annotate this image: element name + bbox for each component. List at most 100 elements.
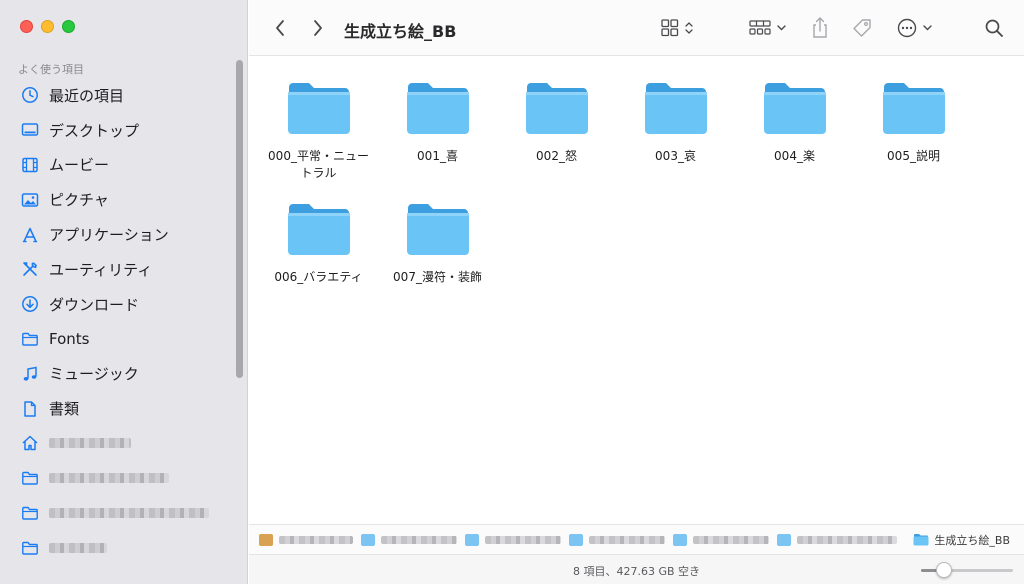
file-grid: 000_平常・ニュートラル 001_喜 002_怒 003_哀 004_楽 00… — [249, 56, 1024, 524]
grid-view-icon — [661, 19, 693, 37]
folder-icon — [287, 204, 350, 255]
group-by-button[interactable] — [747, 16, 791, 40]
folder-icon — [763, 83, 826, 134]
drive-icon — [259, 533, 273, 546]
sidebar-item-folder-redacted[interactable] — [0, 530, 236, 565]
home-icon — [20, 433, 40, 453]
folder-icon — [673, 533, 687, 546]
sidebar-section-favorites: よく使う項目 — [18, 63, 84, 76]
close-window-button[interactable] — [20, 20, 33, 33]
icon-size-slider[interactable] — [921, 561, 1013, 579]
folder-icon — [406, 204, 469, 255]
finder-window: よく使う項目 最近の項目 デスクトップ ムービー ピクチャ アプリケーション ユ… — [0, 0, 1024, 584]
folder-icon — [20, 329, 40, 349]
folder-name: 002_怒 — [536, 149, 577, 163]
group-by-icon — [749, 20, 786, 35]
redacted-label — [485, 535, 561, 544]
folder-icon — [525, 83, 588, 134]
path-crumb-redacted[interactable] — [259, 533, 353, 546]
folder-icon — [287, 83, 350, 134]
tag-button[interactable] — [849, 16, 875, 40]
sidebar-item-label: Fonts — [49, 329, 90, 348]
music-note-icon — [20, 364, 40, 384]
path-crumb-redacted[interactable] — [465, 533, 561, 546]
sidebar-item-utilities[interactable]: ユーティリティ — [0, 252, 236, 287]
film-icon — [20, 155, 40, 175]
sidebar-item-label: ミュージック — [49, 365, 139, 384]
sidebar-item-label: ユーティリティ — [49, 260, 153, 279]
slider-knob[interactable] — [936, 562, 952, 578]
view-options-button[interactable] — [659, 16, 699, 40]
folder-name: 004_楽 — [774, 149, 815, 163]
folder-icon — [20, 503, 40, 523]
path-crumb-redacted[interactable] — [361, 533, 457, 546]
sidebar-item-pictures[interactable]: ピクチャ — [0, 182, 236, 217]
path-crumb-redacted[interactable] — [777, 533, 897, 546]
sidebar-item-recents[interactable]: 最近の項目 — [0, 78, 236, 113]
path-crumb-label: 生成立ち絵_BB — [934, 533, 1010, 547]
share-button[interactable] — [807, 16, 833, 40]
folder-item[interactable]: 005_説明 — [854, 78, 973, 165]
folder-icon — [20, 468, 40, 488]
sidebar-item-home-redacted[interactable] — [0, 426, 236, 461]
forward-button[interactable] — [307, 16, 329, 40]
sidebar-item-documents[interactable]: 書類 — [0, 391, 236, 426]
share-icon — [813, 17, 827, 38]
redacted-label — [49, 542, 107, 553]
sidebar-item-downloads[interactable]: ダウンロード — [0, 287, 236, 322]
apps-icon — [20, 225, 40, 245]
redacted-label — [279, 535, 353, 544]
folder-item[interactable]: 000_平常・ニュートラル — [259, 78, 378, 182]
document-icon — [20, 399, 40, 419]
ellipsis-circle-icon — [897, 18, 932, 38]
folder-item[interactable]: 004_楽 — [735, 78, 854, 165]
folder-icon — [777, 533, 791, 546]
sidebar-scrollbar[interactable] — [236, 60, 243, 378]
folder-item[interactable]: 002_怒 — [497, 78, 616, 165]
folder-item[interactable]: 001_喜 — [378, 78, 497, 165]
folder-item[interactable]: 003_哀 — [616, 78, 735, 165]
tag-icon — [853, 19, 871, 37]
folder-icon — [20, 538, 40, 558]
sidebar-item-label: ダウンロード — [49, 295, 140, 314]
folder-item[interactable]: 006_バラエティ — [259, 199, 378, 286]
window-title: 生成立ち絵_BB — [344, 22, 457, 41]
sidebar-item-applications[interactable]: アプリケーション — [0, 217, 236, 252]
sidebar-item-label: ムービー — [49, 156, 110, 175]
sidebar-item-folder-redacted[interactable] — [0, 461, 236, 496]
sidebar-list: 最近の項目 デスクトップ ムービー ピクチャ アプリケーション ユーティリティ … — [0, 78, 236, 565]
sidebar-item-fonts[interactable]: Fonts — [0, 322, 236, 357]
download-icon — [20, 294, 40, 314]
sidebar: よく使う項目 最近の項目 デスクトップ ムービー ピクチャ アプリケーション ユ… — [0, 0, 248, 584]
more-actions-button[interactable] — [895, 16, 939, 40]
toolbar: 生成立ち絵_BB — [249, 0, 1024, 56]
back-button[interactable] — [269, 16, 291, 40]
path-crumb-redacted[interactable] — [569, 533, 665, 546]
folder-icon — [406, 83, 469, 134]
zoom-window-button[interactable] — [62, 20, 75, 33]
path-crumb-redacted[interactable] — [673, 533, 769, 546]
sidebar-item-label: アプリケーション — [49, 226, 169, 245]
folder-item[interactable]: 007_漫符・装飾 — [378, 199, 497, 286]
folder-name: 001_喜 — [417, 149, 458, 163]
folder-name: 000_平常・ニュートラル — [268, 149, 369, 180]
redacted-label — [589, 535, 665, 544]
redacted-label — [797, 535, 897, 544]
sidebar-item-movies[interactable]: ムービー — [0, 148, 236, 183]
window-controls — [20, 20, 75, 33]
sidebar-item-folder-redacted[interactable] — [0, 496, 236, 531]
folder-name: 006_バラエティ — [274, 270, 363, 284]
folder-icon — [644, 83, 707, 134]
sidebar-item-desktop[interactable]: デスクトップ — [0, 113, 236, 148]
search-button[interactable] — [982, 16, 1006, 40]
minimize-window-button[interactable] — [41, 20, 54, 33]
redacted-label — [49, 473, 169, 484]
folder-name: 005_説明 — [887, 149, 940, 163]
folder-name: 007_漫符・装飾 — [393, 270, 482, 284]
folder-icon — [465, 533, 479, 546]
path-crumb-current[interactable]: 生成立ち絵_BB — [913, 532, 1010, 548]
sidebar-item-music[interactable]: ミュージック — [0, 356, 236, 391]
status-bar: 8 項目、427.63 GB 空き — [249, 554, 1024, 584]
chevron-left-icon — [276, 20, 284, 36]
search-icon — [985, 19, 1003, 37]
